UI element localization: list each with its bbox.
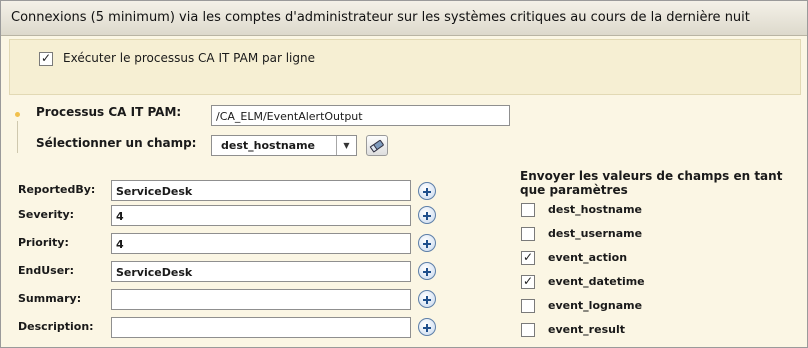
param-checkbox-event-result[interactable] <box>521 323 535 337</box>
chevron-down-icon: ▼ <box>336 136 356 155</box>
field-input-description[interactable] <box>111 317 411 338</box>
panel-title: Connexions (5 minimum) via les comptes d… <box>11 10 750 25</box>
process-label: Processus CA IT PAM: <box>36 105 182 119</box>
param-label-dest-username: dest_username <box>548 227 643 240</box>
add-field-description-icon[interactable] <box>418 318 436 336</box>
execution-options-section: Exécuter le processus CA IT PAM par lign… <box>9 39 801 95</box>
param-label-dest-hostname: dest_hostname <box>548 203 643 216</box>
param-label-event-action: event_action <box>548 251 628 264</box>
field-input-enduser[interactable]: ServiceDesk <box>111 261 411 282</box>
field-input-summary[interactable] <box>111 289 411 310</box>
field-value: 4 <box>116 210 124 223</box>
param-checkbox-event-logname[interactable] <box>521 299 535 313</box>
add-field-summary-icon[interactable] <box>418 290 436 308</box>
field-select-value: dest_hostname <box>221 139 316 152</box>
field-label-description: Description: <box>18 320 94 333</box>
field-value: ServiceDesk <box>116 185 193 198</box>
add-field-reportedby-icon[interactable] <box>418 182 436 200</box>
required-indicator-icon <box>15 112 20 117</box>
param-checkbox-event-datetime[interactable] <box>521 275 535 289</box>
panel-title-bar: Connexions (5 minimum) via les comptes d… <box>1 1 807 36</box>
field-label-reportedby: ReportedBy: <box>18 183 96 196</box>
section-divider <box>17 121 18 153</box>
field-label-summary: Summary: <box>18 292 82 305</box>
field-input-reportedby[interactable]: ServiceDesk <box>111 180 411 201</box>
execute-per-line-checkbox[interactable] <box>39 52 53 66</box>
process-path-value: /CA_ELM/EventAlertOutput <box>216 110 363 123</box>
field-value: 4 <box>116 238 124 251</box>
add-field-priority-icon[interactable] <box>418 234 436 252</box>
field-value: ServiceDesk <box>116 266 193 279</box>
param-label-event-result: event_result <box>548 323 625 336</box>
param-checkbox-event-action[interactable] <box>521 251 535 265</box>
field-select-dropdown[interactable]: dest_hostname ▼ <box>211 135 357 156</box>
field-label-enduser: EndUser: <box>18 264 74 277</box>
field-input-priority[interactable]: 4 <box>111 233 411 254</box>
add-field-severity-icon[interactable] <box>418 206 436 224</box>
param-checkbox-dest-username[interactable] <box>521 227 535 241</box>
param-label-event-logname: event_logname <box>548 299 643 312</box>
field-label-severity: Severity: <box>18 208 75 221</box>
pam-configuration-panel: Connexions (5 minimum) via les comptes d… <box>0 0 808 348</box>
send-values-header: Envoyer les valeurs de champs en tant qu… <box>520 169 783 197</box>
process-path-input[interactable]: /CA_ELM/EventAlertOutput <box>211 105 510 126</box>
param-label-event-datetime: event_datetime <box>548 275 645 288</box>
param-checkbox-dest-hostname[interactable] <box>521 203 535 217</box>
field-input-severity[interactable]: 4 <box>111 205 411 226</box>
eraser-icon <box>369 139 384 153</box>
execute-per-line-label: Exécuter le processus CA IT PAM par lign… <box>63 51 315 65</box>
insert-field-button[interactable] <box>366 135 388 156</box>
add-field-enduser-icon[interactable] <box>418 262 436 280</box>
field-label-priority: Priority: <box>18 236 69 249</box>
field-select-label: Sélectionner un champ: <box>36 136 197 150</box>
